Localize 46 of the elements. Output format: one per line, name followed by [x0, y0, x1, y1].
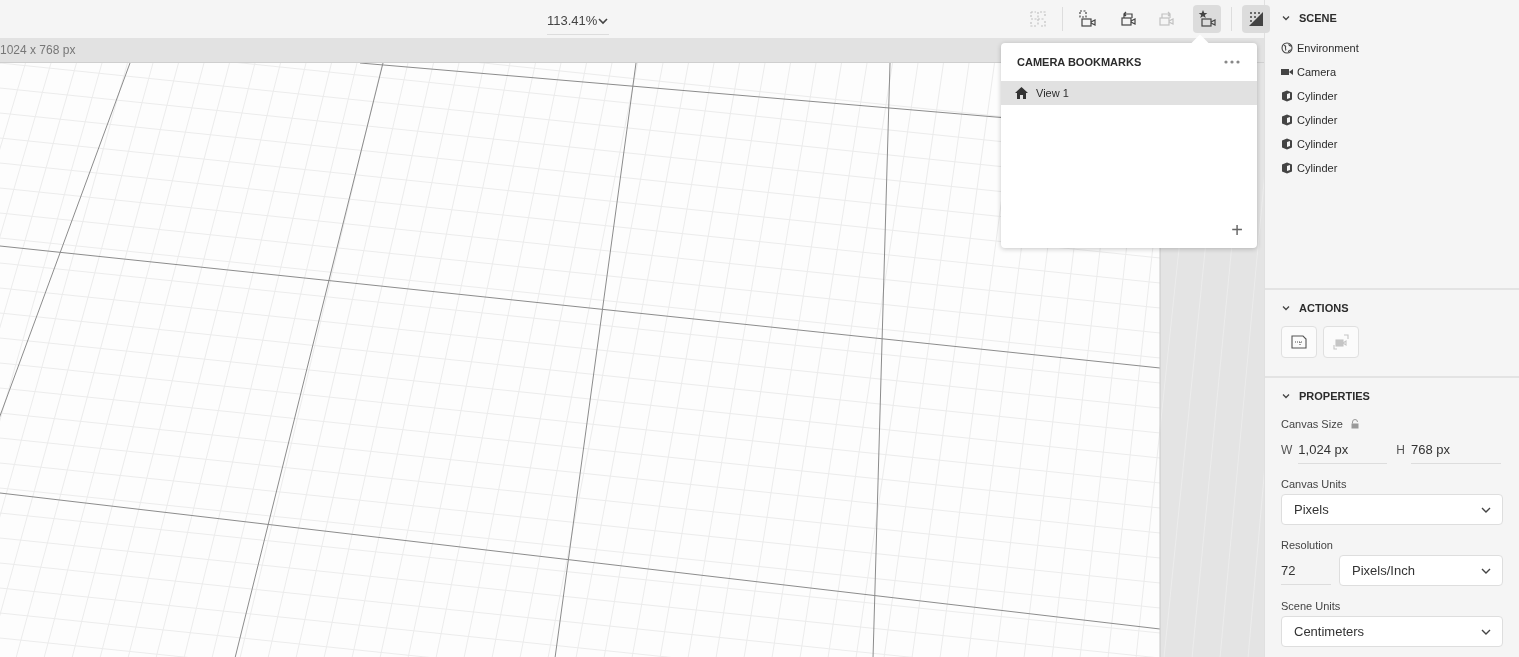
- chevron-icon: [1281, 391, 1291, 401]
- more-icon[interactable]: [1224, 60, 1240, 64]
- height-field[interactable]: 768 px: [1411, 436, 1501, 464]
- width-field[interactable]: 1,024 px: [1298, 436, 1388, 464]
- properties-section-header[interactable]: PROPERTIES: [1281, 378, 1503, 414]
- zoom-dropdown[interactable]: 113.41%: [547, 7, 610, 35]
- cylinder-icon: [1281, 114, 1293, 126]
- field-label: Scene Units: [1281, 600, 1341, 612]
- field-label: Resolution: [1281, 539, 1333, 551]
- field-label: W: [1281, 443, 1293, 457]
- scene-item[interactable]: Environment: [1281, 36, 1503, 60]
- camera-move-icon: [1332, 333, 1350, 351]
- scene-item[interactable]: Cylinder: [1281, 132, 1503, 156]
- popover-title: CAMERA BOOKMARKS: [1017, 56, 1142, 68]
- environment-icon: [1281, 42, 1293, 54]
- scene-units-dropdown[interactable]: Centimeters: [1281, 616, 1503, 647]
- actions-section-header[interactable]: ACTIONS: [1281, 290, 1503, 326]
- fit-canvas-action-button[interactable]: [1281, 326, 1317, 358]
- frame-icon: [1028, 9, 1049, 29]
- lock-icon[interactable]: [1350, 419, 1359, 429]
- scene-section-header[interactable]: SCENE: [1281, 0, 1503, 36]
- cylinder-icon: [1281, 138, 1293, 150]
- camera-frame-icon: [1077, 9, 1098, 29]
- scene-item[interactable]: Cylinder: [1281, 108, 1503, 132]
- fit-canvas-icon: [1290, 333, 1308, 351]
- scene-item[interactable]: Cylinder: [1281, 84, 1503, 108]
- home-icon: [1015, 87, 1028, 99]
- resolution-unit-dropdown[interactable]: Pixels/Inch: [1339, 555, 1503, 586]
- chevron-icon: [1281, 303, 1291, 313]
- scene-item[interactable]: Camera: [1281, 60, 1503, 84]
- camera-bookmark-icon: [1197, 9, 1218, 29]
- canvas-units-dropdown[interactable]: Pixels: [1281, 494, 1503, 525]
- field-label: H: [1396, 443, 1405, 457]
- resolution-field[interactable]: 72: [1281, 556, 1331, 585]
- canvas-size-label: 1024 x 768 px: [0, 43, 76, 57]
- cylinder-icon: [1281, 90, 1293, 102]
- camera-bookmark-tool-button[interactable]: [1193, 5, 1222, 33]
- render-tool-button[interactable]: [1242, 5, 1271, 33]
- chevron-icon: [1281, 13, 1291, 23]
- field-label: Canvas Size: [1281, 418, 1343, 430]
- scene-item[interactable]: Cylinder: [1281, 156, 1503, 180]
- field-label: Canvas Units: [1281, 478, 1347, 490]
- camera-icon: [1281, 66, 1293, 78]
- bookmark-item[interactable]: View 1: [1001, 81, 1257, 105]
- add-bookmark-button[interactable]: +: [1229, 220, 1245, 240]
- cylinder-icon: [1281, 162, 1293, 174]
